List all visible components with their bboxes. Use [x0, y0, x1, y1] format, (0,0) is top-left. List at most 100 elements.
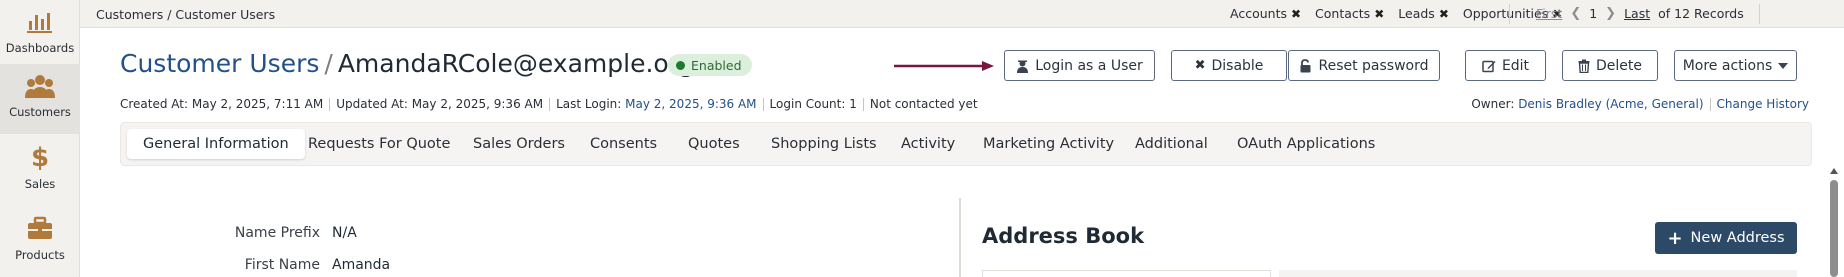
- tab-activity[interactable]: Activity: [901, 129, 955, 159]
- field-value-first-name: Amanda: [332, 257, 391, 273]
- sidebar-item-label: Customers: [9, 105, 71, 119]
- button-label: Edit: [1501, 57, 1530, 74]
- address-book-title: Address Book: [982, 224, 1145, 248]
- divider: [862, 97, 864, 111]
- disable-button[interactable]: ✖ Disable: [1171, 50, 1287, 81]
- edit-button[interactable]: Edit: [1465, 50, 1546, 81]
- pager-first-link[interactable]: First: [1536, 6, 1562, 21]
- divider: [1509, 4, 1510, 24]
- address-list-panel: [982, 270, 1271, 277]
- sidebar-item-sales[interactable]: $ Sales: [0, 136, 80, 206]
- delete-button[interactable]: Delete: [1562, 50, 1658, 81]
- column-divider: [959, 198, 961, 277]
- owner-label: Owner:: [1471, 97, 1515, 111]
- status-label: Enabled: [691, 57, 742, 73]
- tab-requests-for-quote[interactable]: Requests For Quote: [308, 129, 450, 159]
- button-label: Delete: [1596, 57, 1642, 74]
- record-meta: Created At: May 2, 2025, 7:11 AM Updated…: [120, 97, 978, 111]
- pinned-item-label: Accounts: [1230, 6, 1287, 21]
- login-count: Login Count: 1: [769, 97, 857, 111]
- reset-password-button[interactable]: Reset password: [1288, 50, 1440, 81]
- user-secret-icon: [1016, 59, 1029, 73]
- login-as-user-button[interactable]: Login as a User: [1004, 50, 1155, 81]
- entity-link[interactable]: Customer Users: [120, 49, 319, 78]
- tab-oauth-applications[interactable]: OAuth Applications: [1237, 129, 1375, 159]
- created-at: Created At: May 2, 2025, 7:11 AM: [120, 97, 324, 111]
- tab-consents[interactable]: Consents: [590, 129, 657, 159]
- tab-additional[interactable]: Additional: [1135, 129, 1208, 159]
- breadcrumb: Customers / Customer Users: [96, 7, 276, 22]
- trash-icon: [1578, 59, 1590, 73]
- main-sidebar: Dashboards Customers $ Sales Products: [0, 0, 80, 277]
- tab-marketing-activity[interactable]: Marketing Activity: [983, 129, 1114, 159]
- tab-quotes[interactable]: Quotes: [688, 129, 740, 159]
- button-label: More actions: [1682, 57, 1773, 74]
- chevron-left-icon[interactable]: ❮: [1570, 6, 1581, 21]
- divider: [329, 97, 331, 111]
- updated-at: Updated At: May 2, 2025, 9:36 AM: [336, 97, 544, 111]
- sidebar-item-customers[interactable]: Customers: [0, 64, 80, 134]
- top-bar: Customers / Customer Users Accounts ✖ Co…: [80, 0, 1844, 28]
- record-name: AmandaRCole@example.org: [337, 49, 695, 78]
- arrow-right-icon: [894, 61, 994, 71]
- divider: [1709, 97, 1711, 111]
- pinned-item-leads[interactable]: Leads ✖: [1398, 6, 1449, 21]
- pinned-pages: Accounts ✖ Contacts ✖ Leads ✖ Opportunit…: [1230, 6, 1562, 21]
- last-login-link[interactable]: May 2, 2025, 9:36 AM: [625, 97, 756, 111]
- status-badge: Enabled: [668, 54, 752, 76]
- scrollbar-thumb[interactable]: [1830, 180, 1838, 277]
- sidebar-item-label: Dashboards: [5, 41, 75, 55]
- close-icon: ✖: [1194, 58, 1206, 73]
- users-icon: [24, 70, 56, 102]
- more-actions-button[interactable]: More actions: [1674, 50, 1797, 81]
- pinned-item-label: Contacts: [1315, 6, 1371, 21]
- divider: [549, 97, 551, 111]
- status-dot-icon: [676, 60, 685, 70]
- owner-link[interactable]: Denis Bradley (Acme, General): [1518, 97, 1703, 111]
- address-map-panel: [1279, 270, 1797, 277]
- new-address-button[interactable]: + New Address: [1655, 222, 1797, 254]
- pager-last-link[interactable]: Last: [1624, 6, 1650, 21]
- pinned-item-contacts[interactable]: Contacts ✖: [1315, 6, 1384, 21]
- tab-bar: General Information Requests For Quote S…: [120, 122, 1812, 166]
- scroll-up-icon[interactable]: [1830, 168, 1838, 174]
- tab-general-information[interactable]: General Information: [127, 129, 305, 159]
- divider: [762, 97, 764, 111]
- button-label: Reset password: [1318, 57, 1429, 74]
- briefcase-icon: [24, 213, 56, 245]
- pager-records-count: of 12 Records: [1658, 6, 1744, 21]
- button-label: Login as a User: [1035, 57, 1143, 74]
- bar-chart-icon: [24, 6, 56, 38]
- sidebar-item-products[interactable]: Products: [0, 207, 80, 277]
- caret-down-icon: [1778, 62, 1789, 69]
- page-title: Customer Users / AmandaRCole@example.org: [120, 49, 694, 78]
- plus-icon: +: [1667, 227, 1683, 249]
- close-icon[interactable]: ✖: [1291, 7, 1301, 21]
- field-value-name-prefix: N/A: [332, 225, 357, 241]
- button-label: New Address: [1690, 230, 1785, 246]
- sidebar-item-label: Products: [15, 248, 65, 262]
- last-login-label: Last Login:: [556, 97, 622, 111]
- field-label-first-name: First Name: [244, 257, 320, 273]
- unlock-icon: [1299, 58, 1312, 73]
- divider: [1759, 4, 1760, 24]
- record-pager: First ❮ 1 ❯ Last of 12 Records: [1536, 6, 1744, 21]
- close-icon[interactable]: ✖: [1374, 7, 1384, 21]
- page-scrollbar[interactable]: [1829, 168, 1839, 277]
- pinned-item-accounts[interactable]: Accounts ✖: [1230, 6, 1301, 21]
- sidebar-item-dashboards[interactable]: Dashboards: [0, 0, 80, 70]
- edit-icon: [1482, 59, 1496, 73]
- contacted-status: Not contacted yet: [869, 97, 978, 111]
- pinned-item-label: Leads: [1398, 6, 1435, 21]
- title-separator: /: [324, 49, 333, 78]
- tab-sales-orders[interactable]: Sales Orders: [473, 129, 565, 159]
- close-icon[interactable]: ✖: [1439, 7, 1449, 21]
- owner-info: Owner: Denis Bradley (Acme, General) Cha…: [1471, 97, 1809, 111]
- tab-shopping-lists[interactable]: Shopping Lists: [771, 129, 877, 159]
- button-label: Disable: [1211, 57, 1264, 74]
- chevron-right-icon[interactable]: ❯: [1605, 6, 1616, 21]
- field-label-name-prefix: Name Prefix: [234, 225, 320, 241]
- sidebar-item-label: Sales: [24, 177, 56, 191]
- pager-current-page: 1: [1589, 6, 1598, 21]
- change-history-link[interactable]: Change History: [1717, 97, 1809, 111]
